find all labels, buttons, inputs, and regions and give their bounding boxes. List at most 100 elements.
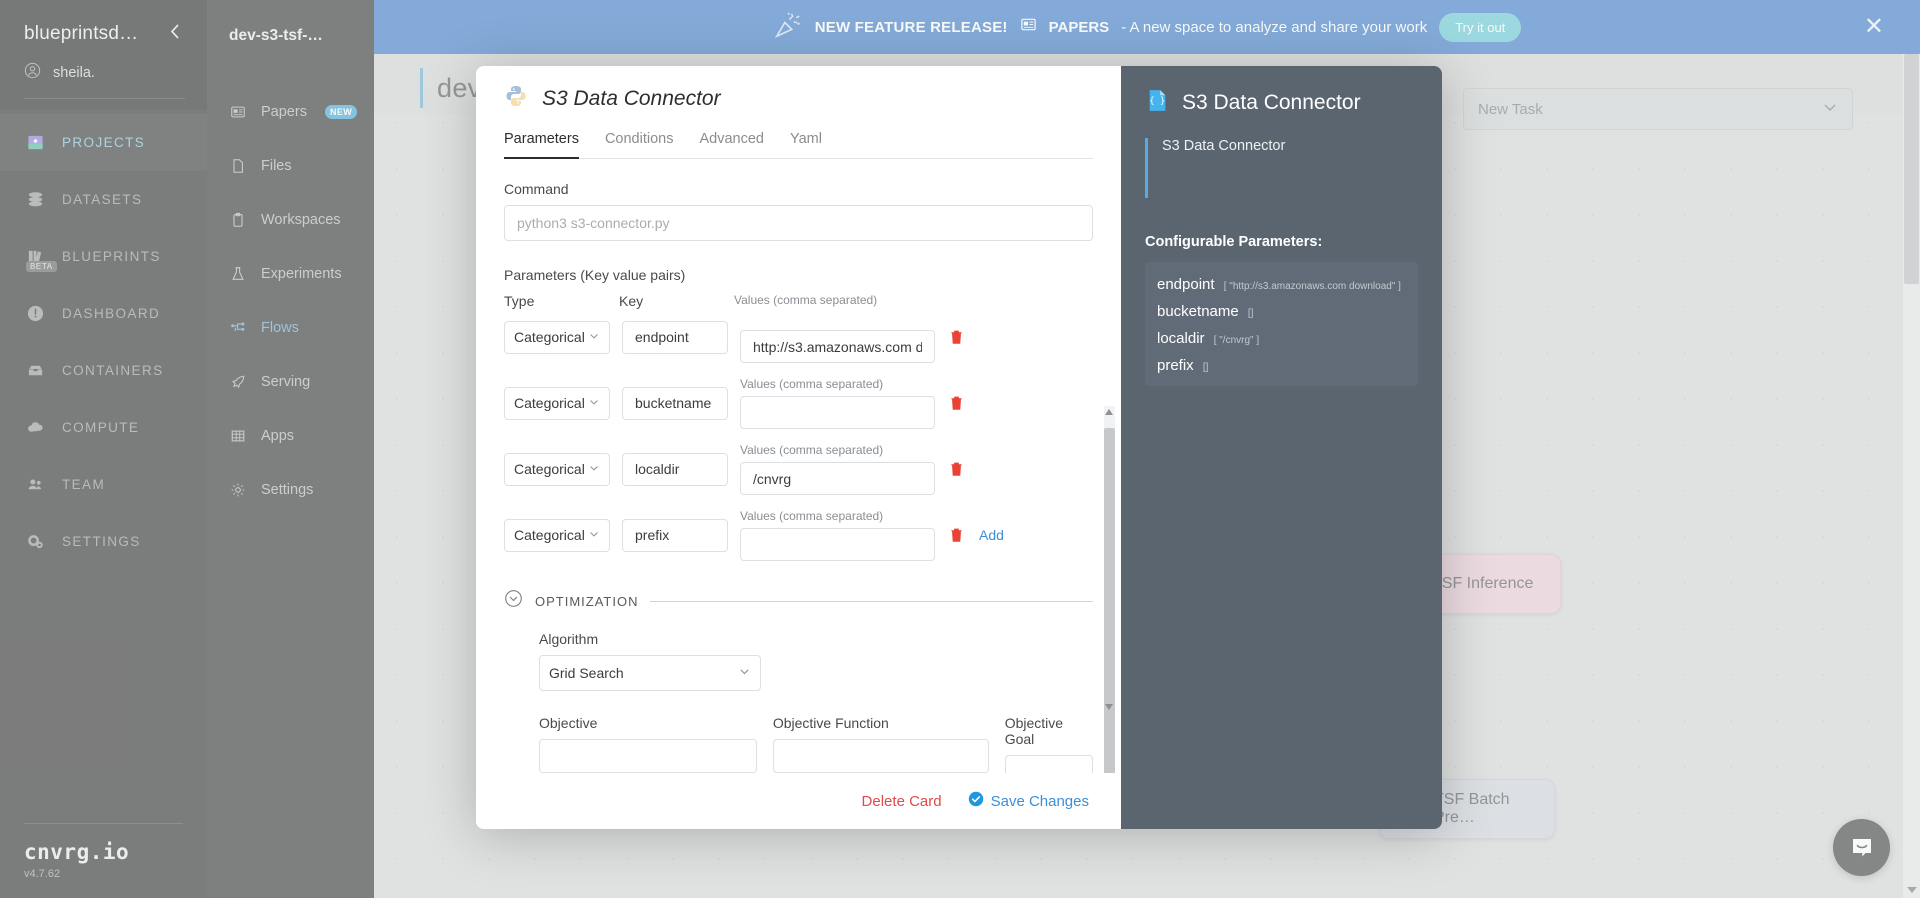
chevron-down-icon xyxy=(588,527,600,543)
delete-card-button[interactable]: Delete Card xyxy=(862,793,942,810)
parameter-values-input[interactable] xyxy=(740,528,935,561)
chevron-down-icon xyxy=(738,665,751,681)
tab-advanced[interactable]: Advanced xyxy=(699,131,764,159)
objective-goal-label: Objective Goal xyxy=(1004,715,1064,747)
parameter-type-value: Categorical xyxy=(514,461,585,477)
json-file-icon: { } xyxy=(1145,88,1170,118)
parameter-values-label: Values (comma separated) xyxy=(740,443,884,457)
chevron-down-icon xyxy=(588,329,600,345)
column-header-type: Type xyxy=(504,293,535,309)
optimization-body: Algorithm Grid Search Objective Objectiv… xyxy=(504,631,1093,773)
parameters-caption: Parameters (Key value pairs) xyxy=(504,267,686,283)
configurable-parameter: bucketname [] xyxy=(1157,303,1418,320)
check-circle-icon xyxy=(968,791,984,811)
modal-body: Command Parameters (Key value pairs) Typ… xyxy=(476,159,1121,773)
parameter-type-value: Categorical xyxy=(514,395,585,411)
parameter-type-select[interactable]: Categorical xyxy=(504,452,610,486)
modal-title-row: S3 Data Connector xyxy=(504,84,1093,113)
objective-function-input[interactable] xyxy=(772,739,989,773)
modal-header: S3 Data Connector Parameters Conditions … xyxy=(476,66,1121,159)
command-input[interactable] xyxy=(504,205,1093,241)
info-title: S3 Data Connector xyxy=(1182,91,1361,114)
parameter-values-wrap: Values (comma separated) xyxy=(740,311,935,363)
configurable-parameter-value: [] xyxy=(1247,308,1254,319)
configurable-parameter: prefix [] xyxy=(1157,357,1418,374)
modal-tabs: Parameters Conditions Advanced Yaml xyxy=(504,131,1093,159)
configurable-parameter: localdir [ "/cnvrg" ] xyxy=(1157,330,1418,347)
parameter-key-input[interactable] xyxy=(622,320,728,354)
add-parameter-button[interactable]: Add xyxy=(979,527,1004,543)
python-icon xyxy=(504,84,528,113)
configurable-parameter-value: [ "/cnvrg" ] xyxy=(1213,335,1260,346)
parameter-key-input[interactable] xyxy=(622,518,728,552)
svg-text:{ }: { } xyxy=(1149,97,1165,107)
info-subtitle: S3 Data Connector xyxy=(1162,138,1286,154)
info-subtitle-wrap: S3 Data Connector xyxy=(1145,138,1418,198)
parameter-key-input[interactable] xyxy=(622,452,728,486)
parameter-type-value: Categorical xyxy=(514,527,585,543)
chevron-down-circle-icon[interactable] xyxy=(504,589,523,613)
save-changes-button[interactable]: Save Changes xyxy=(968,791,1089,811)
parameter-type-select[interactable]: Categorical xyxy=(504,518,610,552)
app-root: dev New Task TSF Inference TSF Batch Pre… xyxy=(0,0,1920,898)
configurable-parameter-name: endpoint xyxy=(1157,276,1215,293)
parameter-row: Categorical Values (comma separated) xyxy=(504,443,1093,495)
modal-scroll-down-icon[interactable] xyxy=(1105,704,1113,710)
parameter-values-label: Values (comma separated) xyxy=(740,509,884,523)
modal-left-pane: S3 Data Connector Parameters Conditions … xyxy=(476,66,1121,829)
configurable-parameters-list: endpoint [ "http://s3.amazonaws.com down… xyxy=(1145,262,1418,386)
objective-col: Objective xyxy=(539,715,757,773)
configurable-parameter-name: bucketname xyxy=(1157,303,1239,320)
algorithm-label: Algorithm xyxy=(539,631,599,647)
info-title-row: { } S3 Data Connector xyxy=(1145,88,1418,118)
algorithm-value: Grid Search xyxy=(549,665,624,681)
parameter-values-input[interactable] xyxy=(740,396,935,429)
parameter-row: Categorical Values (comma separated) xyxy=(504,311,1093,363)
parameter-row: Categorical Values (comma separated) xyxy=(504,509,1093,561)
blueprint-info-panel: { } S3 Data Connector S3 Data Connector … xyxy=(1121,66,1442,829)
parameter-values-wrap: Values (comma separated) xyxy=(740,509,935,561)
configurable-parameter-name: localdir xyxy=(1157,330,1205,347)
parameter-type-select[interactable]: Categorical xyxy=(504,320,610,354)
objective-goal-input[interactable] xyxy=(1004,755,1093,773)
parameter-type-select[interactable]: Categorical xyxy=(504,386,610,420)
objective-function-col: Objective Function xyxy=(772,715,989,773)
chevron-down-icon xyxy=(588,395,600,411)
modal-scrollbar-thumb[interactable] xyxy=(1104,428,1115,773)
tab-parameters[interactable]: Parameters xyxy=(504,131,579,159)
trash-icon[interactable] xyxy=(947,527,965,543)
parameter-values-wrap: Values (comma separated) xyxy=(740,377,935,429)
column-header-values: Values (comma separated) xyxy=(734,293,878,307)
parameter-values-label: Values (comma separated) xyxy=(740,377,884,391)
optimization-title: OPTIMIZATION xyxy=(535,593,639,609)
parameter-row: Categorical Values (comma separated) xyxy=(504,377,1093,429)
modal-scrollbar[interactable] xyxy=(1104,406,1115,773)
chevron-down-icon xyxy=(588,461,600,477)
tab-yaml[interactable]: Yaml xyxy=(790,131,822,159)
configurable-parameter-name: prefix xyxy=(1157,357,1194,374)
trash-icon[interactable] xyxy=(947,395,965,411)
objective-label: Objective xyxy=(539,715,598,731)
card-settings-modal: S3 Data Connector Parameters Conditions … xyxy=(476,66,1442,829)
modal-title: S3 Data Connector xyxy=(542,86,721,110)
trash-icon[interactable] xyxy=(947,329,965,345)
parameters-header-row: Type Key Values (comma separated) xyxy=(504,293,1093,309)
tab-conditions[interactable]: Conditions xyxy=(605,131,674,159)
command-label: Command xyxy=(504,181,569,197)
parameter-values-input[interactable] xyxy=(740,330,935,363)
modal-footer: Delete Card Save Changes xyxy=(476,773,1121,829)
column-header-key: Key xyxy=(619,293,644,309)
modal-scroll-up-icon[interactable] xyxy=(1105,409,1113,415)
configurable-parameter-value: [] xyxy=(1202,362,1209,373)
parameter-key-input[interactable] xyxy=(622,386,728,420)
trash-icon[interactable] xyxy=(947,461,965,477)
parameter-type-value: Categorical xyxy=(514,329,585,345)
configurable-parameter-value: [ "http://s3.amazonaws.com download" ] xyxy=(1223,281,1401,292)
configurable-parameter: endpoint [ "http://s3.amazonaws.com down… xyxy=(1157,276,1418,293)
configurable-parameters-heading: Configurable Parameters: xyxy=(1145,234,1323,250)
algorithm-select[interactable]: Grid Search xyxy=(539,655,761,691)
optimization-section-header: OPTIMIZATION xyxy=(504,589,1093,613)
objective-input[interactable] xyxy=(539,739,757,773)
save-changes-label: Save Changes xyxy=(990,792,1089,810)
parameter-values-input[interactable] xyxy=(740,462,935,495)
